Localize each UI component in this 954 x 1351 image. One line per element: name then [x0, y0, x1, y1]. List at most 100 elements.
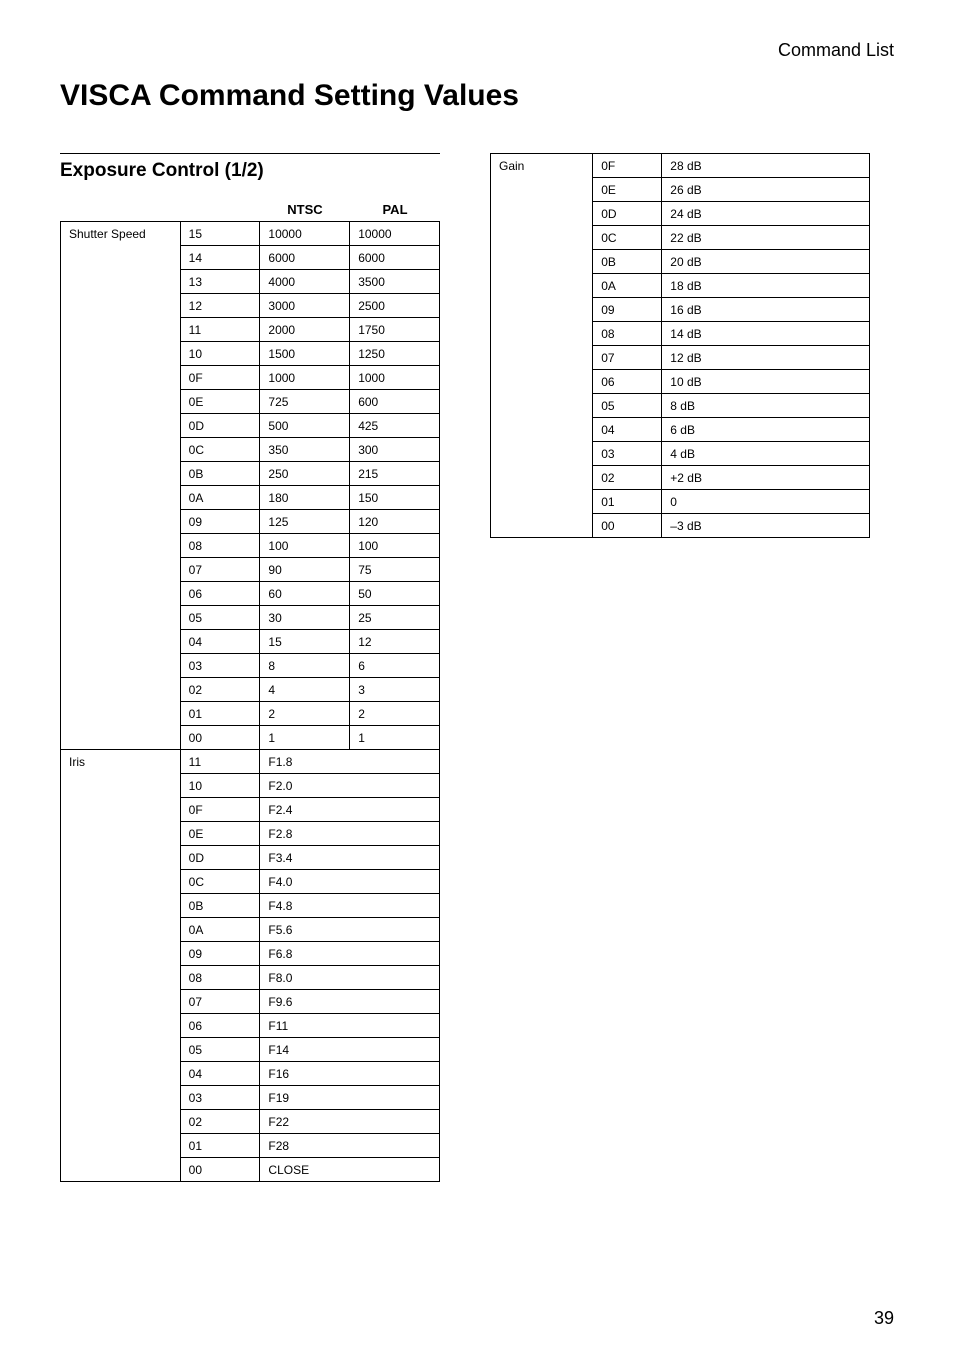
cell-code: 0B [593, 250, 662, 274]
param-blank [61, 558, 181, 582]
cell-pal: 25 [350, 606, 440, 630]
cell-code: 08 [180, 534, 260, 558]
param-blank [61, 342, 181, 366]
table-row: 0E 26 dB [491, 178, 870, 202]
param-blank [491, 226, 593, 250]
cell-code: 0B [180, 462, 260, 486]
cell-value: 0 [662, 490, 870, 514]
cell-code: 0F [593, 154, 662, 178]
cell-pal: 2 [350, 702, 440, 726]
cell-pal: 425 [350, 414, 440, 438]
param-blank [61, 1158, 181, 1182]
cell-ntsc: 10000 [260, 222, 350, 246]
cell-value: 22 dB [662, 226, 870, 250]
cell-value: F6.8 [260, 942, 440, 966]
cell-ntsc: 180 [260, 486, 350, 510]
param-blank [61, 1038, 181, 1062]
table-row: 03 8 6 [61, 654, 440, 678]
cell-value: F8.0 [260, 966, 440, 990]
param-blank [61, 294, 181, 318]
cell-value: F28 [260, 1134, 440, 1158]
table-row: 05 8 dB [491, 394, 870, 418]
cell-value: F4.8 [260, 894, 440, 918]
param-blank [61, 942, 181, 966]
table-row: 0A F5.6 [61, 918, 440, 942]
param-blank [61, 990, 181, 1014]
param-blank [61, 270, 181, 294]
param-blank [61, 918, 181, 942]
cell-code: 02 [593, 466, 662, 490]
param-blank [61, 774, 181, 798]
param-blank [491, 178, 593, 202]
cell-code: 09 [593, 298, 662, 322]
page-title: VISCA Command Setting Values [60, 79, 894, 113]
param-blank [61, 390, 181, 414]
table-row: 0E F2.8 [61, 822, 440, 846]
cell-value: 28 dB [662, 154, 870, 178]
cell-code: 01 [593, 490, 662, 514]
cell-code: 00 [180, 726, 260, 750]
cell-value: F2.0 [260, 774, 440, 798]
cell-code: 00 [180, 1158, 260, 1182]
param-blank [61, 966, 181, 990]
table-row: 10 F2.0 [61, 774, 440, 798]
cell-value: 4 dB [662, 442, 870, 466]
col-pal: PAL [350, 202, 440, 217]
table-row: 06 F11 [61, 1014, 440, 1038]
cell-ntsc: 4 [260, 678, 350, 702]
table-row: Iris 11 F1.8 [61, 750, 440, 774]
param-blank [61, 318, 181, 342]
cell-code: 0A [180, 486, 260, 510]
param-blank [61, 894, 181, 918]
cell-code: 0A [180, 918, 260, 942]
cell-value: 20 dB [662, 250, 870, 274]
param-blank [491, 490, 593, 514]
cell-value: F22 [260, 1110, 440, 1134]
param-blank [61, 438, 181, 462]
cell-value: F11 [260, 1014, 440, 1038]
param-blank [491, 274, 593, 298]
cell-code: 06 [180, 582, 260, 606]
cell-code: 0D [593, 202, 662, 226]
cell-code: 08 [593, 322, 662, 346]
cell-code: 05 [593, 394, 662, 418]
table-row: 07 12 dB [491, 346, 870, 370]
param-blank [61, 1014, 181, 1038]
cell-ntsc: 250 [260, 462, 350, 486]
table-row: 0F 1000 1000 [61, 366, 440, 390]
param-blank [491, 202, 593, 226]
table-row: 07 F9.6 [61, 990, 440, 1014]
table-row: 02 F22 [61, 1110, 440, 1134]
cell-ntsc: 8 [260, 654, 350, 678]
cell-code: 06 [180, 1014, 260, 1038]
cell-code: 0C [180, 870, 260, 894]
cell-code: 0A [593, 274, 662, 298]
table-row: 14 6000 6000 [61, 246, 440, 270]
cell-ntsc: 90 [260, 558, 350, 582]
cell-pal: 3 [350, 678, 440, 702]
cell-pal: 3500 [350, 270, 440, 294]
cell-value: 8 dB [662, 394, 870, 418]
cell-code: 0C [180, 438, 260, 462]
table-row: 00 –3 dB [491, 514, 870, 538]
cell-ntsc: 30 [260, 606, 350, 630]
param-blank [491, 442, 593, 466]
cell-ntsc: 6000 [260, 246, 350, 270]
cell-ntsc: 1500 [260, 342, 350, 366]
table-row: 0B 20 dB [491, 250, 870, 274]
table-header-row: NTSC PAL [60, 202, 440, 221]
cell-value: F9.6 [260, 990, 440, 1014]
table-row: 08 14 dB [491, 322, 870, 346]
table-row: 09 F6.8 [61, 942, 440, 966]
table-row: 0E 725 600 [61, 390, 440, 414]
param-blank [61, 1062, 181, 1086]
table-row: 12 3000 2500 [61, 294, 440, 318]
cell-value: 24 dB [662, 202, 870, 226]
cell-code: 01 [180, 1134, 260, 1158]
table-row: 00 CLOSE [61, 1158, 440, 1182]
cell-value: F5.6 [260, 918, 440, 942]
cell-pal: 150 [350, 486, 440, 510]
cell-code: 0D [180, 414, 260, 438]
cell-code: 10 [180, 342, 260, 366]
cell-code: 0C [593, 226, 662, 250]
